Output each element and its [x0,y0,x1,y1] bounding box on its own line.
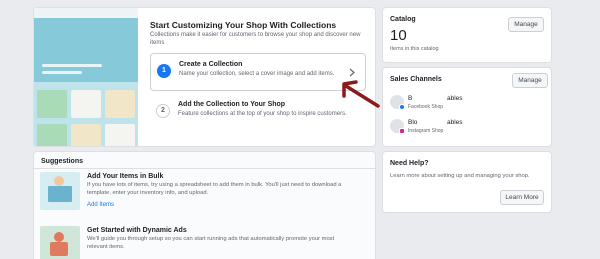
collections-desc-line1: Collections make it easier for customers… [150,32,361,38]
catalog-count-label: Items in this catalog [390,46,439,52]
sales-channels-title: Sales Channels [390,76,442,83]
channel-row-facebook[interactable]: B ables Facebook Shop [390,94,540,114]
step-number: 2 [156,104,170,118]
channel-subtitle: Instagram Shop [408,128,444,134]
hero-illustration [34,8,138,146]
learn-more-button[interactable]: Learn More [500,190,544,205]
bulk-items-thumbnail [40,172,80,210]
dynamic-ads-thumbnail [40,226,80,259]
suggestion-desc-line2: template, enter your inventory info, and… [87,190,209,196]
hero-stripe [42,71,82,74]
help-desc: Learn more about setting up and managing… [390,173,530,179]
help-title: Need Help? [390,160,429,167]
hero-stripe [42,64,102,67]
step-desc: Feature collections at the top of your s… [178,111,347,117]
thumb-box [48,186,72,202]
suggestion-title: Get Started with Dynamic Ads [87,227,187,234]
step-add-collection[interactable]: 2 Add the Collection to Your Shop Featur… [150,94,366,132]
hero-tile-item [105,90,135,118]
collections-desc-line2: items [150,40,165,46]
suggestions-card: Suggestions [34,152,375,259]
help-card: Need Help? Learn more about setting up a… [383,152,551,212]
catalog-manage-button[interactable]: Manage [508,17,544,32]
thumb-person [54,232,64,242]
hero-browser-bar [34,8,138,18]
suggestion-desc-line1: If you have lots of items, try using a s… [87,182,342,188]
add-items-link[interactable]: Add Items [87,202,114,208]
suggestions-title: Suggestions [41,158,84,165]
suggestion-desc-line1: We'll guide you through setup so you can… [87,236,335,242]
collections-title: Start Customizing Your Shop With Collect… [150,20,337,30]
step-title: Create a Collection [179,61,243,68]
channel-subtitle: Facebook Shop [408,104,444,110]
hero-tile-bottom [105,124,135,146]
channel-name-start: Blo [408,119,418,126]
catalog-count: 10 [390,27,407,44]
suggestions-divider [34,168,375,169]
hero-tile-shirt [71,90,101,118]
channel-name-end: ables [447,95,463,102]
suggestion-title: Add Your Items in Bulk [87,173,164,180]
hero-tile-bottom [71,124,101,146]
catalog-card: Catalog 10 Items in this catalog Manage [383,8,551,62]
sales-channels-card: Sales Channels Manage B ables Facebook S… [383,68,551,146]
thumb-person [54,176,64,186]
step-number: 1 [157,64,171,78]
instagram-icon [399,128,405,134]
facebook-icon [399,104,405,110]
catalog-title: Catalog [390,16,416,23]
hero-tile-shoe [37,90,67,118]
step-desc: Name your collection, select a cover ima… [179,71,335,77]
step-create-collection[interactable]: 1 Create a Collection Name your collecti… [150,53,366,91]
suggestion-desc-line2: relevant items. [87,244,125,250]
thumb-shirt [50,242,68,256]
channel-name-end: ables [447,119,463,126]
sales-channels-manage-button[interactable]: Manage [512,73,548,88]
channel-name-start: B [408,95,413,102]
hero-tile-bottom [37,124,67,146]
step-title: Add the Collection to Your Shop [178,101,286,108]
channel-row-instagram[interactable]: Blo ables Instagram Shop [390,118,540,138]
arrow-annotation-icon [342,80,380,108]
